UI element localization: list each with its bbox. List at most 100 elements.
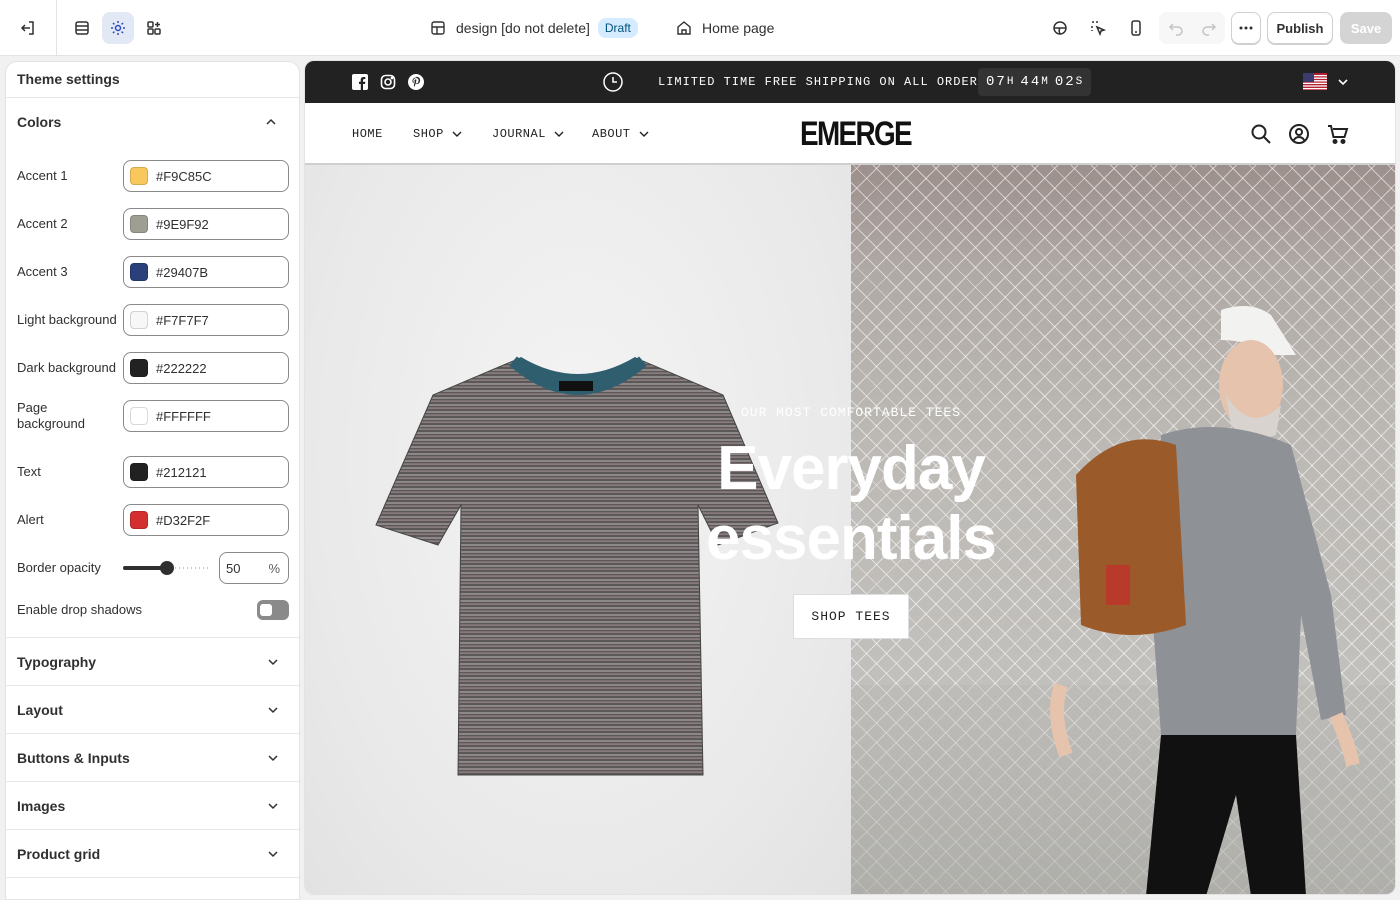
color-swatch[interactable] <box>130 511 148 529</box>
nav-shop-label: SHOP <box>413 127 444 141</box>
editor-topbar: design [do not delete] Draft Home page P… <box>0 0 1400 56</box>
border-opacity-unit: % <box>268 560 280 576</box>
theme-selector[interactable]: design [do not delete] Draft <box>430 0 638 56</box>
announcement-text: LIMITED TIME FREE SHIPPING ON ALL ORDERS <box>658 75 987 89</box>
color-swatch[interactable] <box>130 311 148 329</box>
color-value: #212121 <box>156 464 207 480</box>
clock-icon <box>603 72 623 92</box>
chevron-down-icon[interactable] <box>1337 76 1349 88</box>
us-flag-icon[interactable] <box>1303 73 1327 90</box>
color-label: Page background <box>17 400 85 431</box>
mobile-view-icon[interactable] <box>1120 12 1152 44</box>
color-value: #F7F7F7 <box>156 312 209 328</box>
buttons-inputs-section-header[interactable]: Buttons & Inputs <box>6 734 299 782</box>
layout-section-header[interactable]: Layout <box>6 686 299 734</box>
color-setting-accent-2: Accent 2 #9E9F92 <box>17 208 289 240</box>
color-field-accent-3[interactable]: #29407B <box>123 256 289 288</box>
typography-section-header[interactable]: Typography <box>6 638 299 686</box>
chevron-down-icon <box>268 706 278 713</box>
color-value: #F9C85C <box>156 168 212 184</box>
border-opacity-slider[interactable] <box>123 552 213 584</box>
theme-name: design [do not delete] <box>456 20 590 36</box>
countdown-hours: 07 <box>986 74 1007 90</box>
select-cursor-icon[interactable] <box>1082 12 1114 44</box>
theme-settings-gear-icon[interactable] <box>102 12 134 44</box>
images-section-header[interactable]: Images <box>6 782 299 830</box>
drop-shadows-toggle[interactable] <box>257 600 289 620</box>
nav-home[interactable]: HOME <box>352 103 383 165</box>
hero-title: Everyday essentials <box>651 434 1051 574</box>
color-swatch[interactable] <box>130 359 148 377</box>
inspector-icon[interactable] <box>1044 12 1076 44</box>
exit-icon[interactable] <box>12 12 44 44</box>
cart-icon[interactable] <box>1327 123 1349 145</box>
nav-about[interactable]: ABOUT <box>592 103 649 165</box>
publish-button[interactable]: Publish <box>1267 12 1333 44</box>
product-grid-section-header[interactable]: Product grid <box>6 830 299 878</box>
account-icon[interactable] <box>1288 123 1310 145</box>
apps-icon[interactable] <box>138 12 170 44</box>
color-value: #D32F2F <box>156 512 211 528</box>
color-field-dark-background[interactable]: #222222 <box>123 352 289 384</box>
drop-shadows-label: Enable drop shadows <box>17 602 143 617</box>
page-name: Home page <box>702 20 775 36</box>
border-opacity-setting: Border opacity 50 % <box>17 552 289 584</box>
countdown-minutes-unit: M <box>1041 76 1049 88</box>
store-preview: LIMITED TIME FREE SHIPPING ON ALL ORDERS… <box>304 60 1396 895</box>
color-label: Accent 2 <box>17 216 68 231</box>
redo-icon[interactable] <box>1201 20 1217 36</box>
color-label: Dark background <box>17 360 116 375</box>
color-label: Text <box>17 464 41 479</box>
theme-settings-panel: Theme settings Colors Accent 1 #F9C85C A… <box>5 61 300 900</box>
search-icon[interactable] <box>1250 123 1272 145</box>
store-logo[interactable]: EMERGE <box>800 115 913 154</box>
sections-icon[interactable] <box>66 12 98 44</box>
border-opacity-input[interactable]: 50 % <box>219 552 289 584</box>
color-field-accent-1[interactable]: #F9C85C <box>123 160 289 192</box>
status-badge: Draft <box>597 18 638 38</box>
color-setting-alert: Alert #D32F2F <box>17 504 289 536</box>
collapsed-sections: Typography Layout Buttons & Inputs Image… <box>6 637 299 878</box>
instagram-icon[interactable] <box>380 74 396 90</box>
drop-shadows-setting: Enable drop shadows <box>17 600 289 620</box>
color-value: #29407B <box>156 264 209 280</box>
color-setting-accent-3: Accent 3 #29407B <box>17 256 289 288</box>
hero-banner: OUR MOST COMFORTABLE TEES Everyday essen… <box>305 165 1395 894</box>
color-field-text[interactable]: #212121 <box>123 456 289 488</box>
home-icon <box>677 21 691 35</box>
color-field-accent-2[interactable]: #9E9F92 <box>123 208 289 240</box>
nav-journal[interactable]: JOURNAL <box>492 103 564 165</box>
shop-tees-button[interactable]: SHOP TEES <box>793 594 909 639</box>
section-label: Buttons & Inputs <box>17 749 130 766</box>
color-value: #9E9F92 <box>156 216 209 232</box>
colors-section-header[interactable]: Colors <box>6 98 299 146</box>
nav-home-label: HOME <box>352 127 383 141</box>
color-field-alert[interactable]: #D32F2F <box>123 504 289 536</box>
save-button[interactable]: Save <box>1340 12 1392 44</box>
color-swatch[interactable] <box>130 167 148 185</box>
color-swatch[interactable] <box>130 407 148 425</box>
more-actions-icon[interactable] <box>1231 12 1261 44</box>
color-label: Accent 1 <box>17 168 68 183</box>
color-swatch[interactable] <box>130 215 148 233</box>
color-field-light-background[interactable]: #F7F7F7 <box>123 304 289 336</box>
countdown-seconds-unit: S <box>1075 76 1084 88</box>
hero-subtitle: OUR MOST COMFORTABLE TEES <box>740 405 962 420</box>
color-field-page-background[interactable]: #FFFFFF <box>123 400 289 432</box>
countdown-hours-unit: H <box>1006 76 1015 88</box>
chevron-down-icon <box>268 802 278 809</box>
facebook-icon[interactable] <box>352 74 368 90</box>
undo-icon[interactable] <box>1168 20 1184 36</box>
color-label: Accent 3 <box>17 264 68 279</box>
page-selector[interactable]: Home page <box>676 0 774 56</box>
divider <box>56 0 57 56</box>
section-label: Typography <box>17 653 97 670</box>
slider-thumb[interactable] <box>160 561 174 575</box>
color-swatch[interactable] <box>130 463 148 481</box>
layout-icon <box>431 21 445 35</box>
color-setting-dark-background: Dark background #222222 <box>17 352 289 384</box>
color-swatch[interactable] <box>130 263 148 281</box>
pinterest-icon[interactable] <box>408 74 424 90</box>
countdown-minutes: 44 <box>1020 74 1042 90</box>
nav-shop[interactable]: SHOP <box>413 103 462 165</box>
